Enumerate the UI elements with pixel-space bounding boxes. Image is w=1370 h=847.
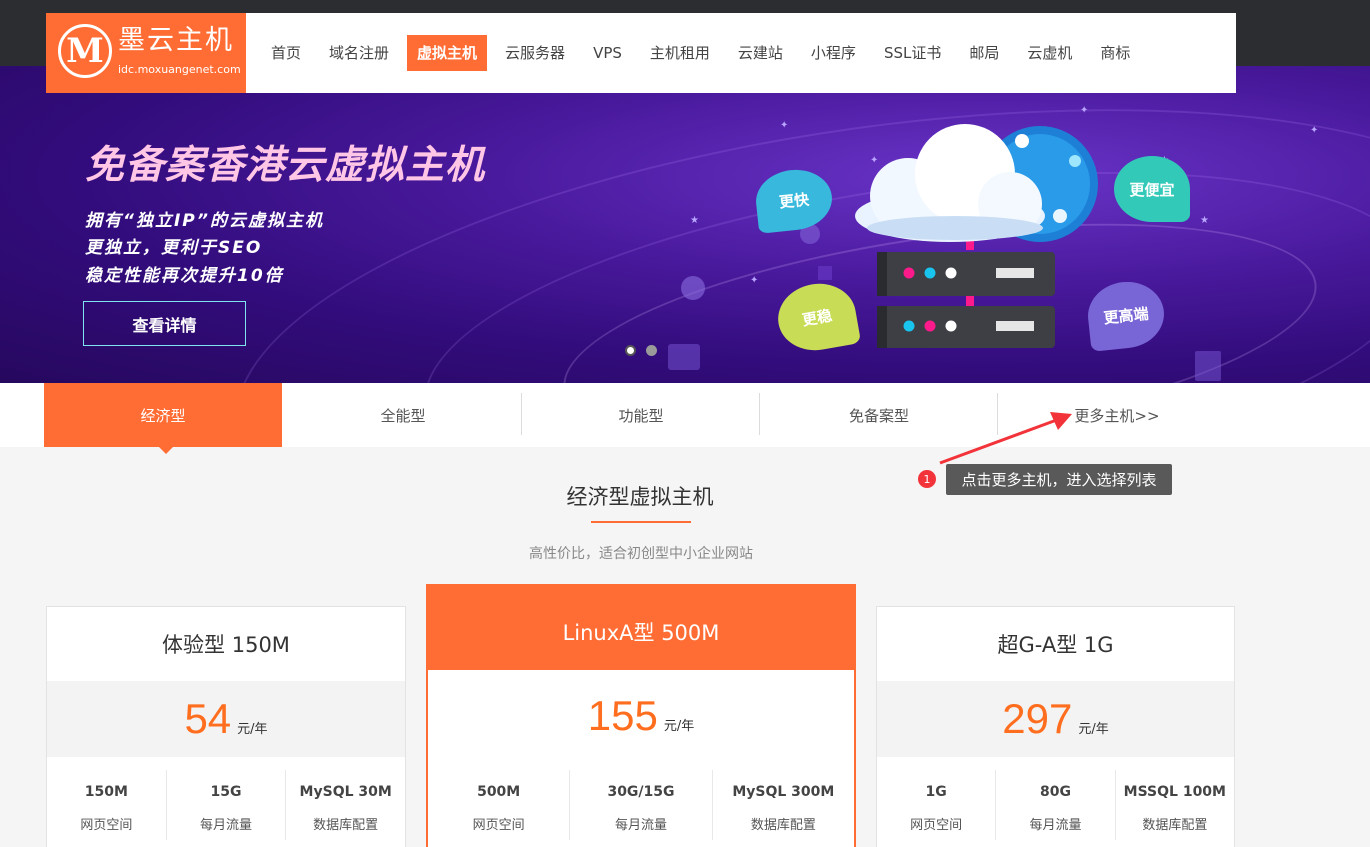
- section-subtitle: 高性价比，适合初创型中小企业网站: [529, 546, 753, 562]
- plan-card[interactable]: 超G-A型 1G 297 元/年 1G 网页空间 80G 每月流量 MSSQL 10…: [876, 606, 1235, 847]
- plan-specs: 150M 网页空间 15G 每月流量 MySQL 30M 数据库配置: [47, 770, 405, 840]
- plan-price: 155 元/年: [428, 678, 854, 754]
- active-tab-caret: [159, 447, 173, 454]
- spec-value: MSSQL 100M: [1123, 784, 1226, 800]
- price-unit: 元/年: [237, 721, 268, 737]
- spec-label: 数据库配置: [750, 818, 816, 833]
- slider-dot-1[interactable]: [625, 345, 636, 356]
- spec-value: 30G/15G: [607, 784, 675, 800]
- section-underline: [591, 521, 691, 523]
- spec-value: MySQL 30M: [299, 784, 392, 800]
- nav-item-vps[interactable]: VPS: [583, 35, 632, 71]
- logo-name: 墨云主机: [118, 25, 234, 56]
- nav-item-domain[interactable]: 域名注册: [319, 35, 399, 71]
- spec-traffic: 30G/15G 每月流量: [570, 770, 713, 840]
- nav-item-cloud-server[interactable]: 云服务器: [495, 35, 575, 71]
- spec-traffic: 15G 每月流量: [167, 770, 287, 840]
- plan-specs: 1G 网页空间 80G 每月流量 MSSQL 100M 数据库配置: [877, 770, 1234, 840]
- spec-label: 网页空间: [80, 818, 133, 833]
- tab-all-round[interactable]: 全能型: [284, 383, 522, 447]
- price-value: 297: [1002, 695, 1073, 742]
- nav-item-mail[interactable]: 邮局: [959, 35, 1009, 71]
- view-details-button[interactable]: 查看详情: [83, 301, 246, 346]
- tab-no-filing[interactable]: 免备案型: [760, 383, 998, 447]
- plan-name: LinuxA型 500M: [562, 621, 720, 645]
- main-navigation: M 墨云主机 idc.moxuangenet.com 首页 域名注册 虚拟主机 …: [46, 13, 1236, 93]
- nav-menu: 首页 域名注册 虚拟主机 云服务器 VPS 主机租用 云建站 小程序 SSL证书…: [246, 13, 1148, 93]
- spec-label: 每月流量: [1029, 818, 1082, 833]
- nav-item-cloud-vm[interactable]: 云虚机: [1017, 35, 1082, 71]
- slider-dot-2[interactable]: [646, 345, 657, 356]
- nav-item-trademark[interactable]: 商标: [1090, 35, 1140, 71]
- plan-name: 体验型 150M: [162, 633, 290, 657]
- tab-economy[interactable]: 经济型: [44, 383, 282, 447]
- plan-name: 超G-A型 1G: [997, 633, 1114, 657]
- site-logo[interactable]: M 墨云主机 idc.moxuangenet.com: [46, 13, 246, 93]
- plan-card[interactable]: 体验型 150M 54 元/年 150M 网页空间 15G 每月流量 MySQL 3…: [46, 606, 406, 847]
- spec-label: 数据库配置: [1142, 818, 1208, 833]
- spec-value: 15G: [210, 784, 242, 800]
- spec-value: 500M: [477, 784, 521, 800]
- price-value: 155: [587, 692, 658, 739]
- plan-price: 297 元/年: [877, 681, 1234, 757]
- spec-label: 网页空间: [472, 818, 525, 833]
- section-title: 经济型虚拟主机: [566, 485, 714, 509]
- nav-item-virtual-host[interactable]: 虚拟主机: [407, 35, 488, 71]
- spec-value: 150M: [84, 784, 128, 800]
- nav-item-host-rental[interactable]: 主机租用: [640, 35, 720, 71]
- banner-line-1: 拥有“独立IP”的云虚拟主机: [85, 211, 324, 231]
- spec-label: 数据库配置: [313, 818, 379, 833]
- nav-item-home[interactable]: 首页: [261, 35, 311, 71]
- spec-value: 1G: [925, 784, 947, 800]
- nav-item-ssl[interactable]: SSL证书: [874, 35, 951, 71]
- banner-line-2: 更独立，更利于SEO: [85, 238, 263, 258]
- logo-mark: M: [58, 24, 112, 78]
- nav-item-site-builder[interactable]: 云建站: [728, 35, 793, 71]
- tab-more-hosts[interactable]: 更多主机>>: [998, 383, 1236, 447]
- nav-item-mini-program[interactable]: 小程序: [801, 35, 866, 71]
- spec-label: 网页空间: [910, 818, 963, 833]
- price-unit: 元/年: [663, 718, 695, 734]
- logo-url: idc.moxuangenet.com: [118, 63, 241, 76]
- price-unit: 元/年: [1078, 721, 1109, 737]
- spec-web-space: 150M 网页空间: [47, 770, 167, 840]
- banner-line-3: 稳定性能再次提升10倍: [85, 266, 284, 286]
- host-type-tabs: 经济型 全能型 功能型 免备案型 更多主机>>: [0, 383, 1370, 447]
- spec-value: MySQL 300M: [732, 784, 835, 800]
- spec-database: MySQL 30M 数据库配置: [286, 770, 405, 840]
- tab-functional[interactable]: 功能型: [522, 383, 760, 447]
- banner-headline: 免备案香港云虚拟主机: [85, 143, 486, 188]
- spec-web-space: 500M 网页空间: [428, 770, 571, 840]
- plan-specs: 500M 网页空间 30G/15G 每月流量 MySQL 300M 数据库配置: [428, 770, 854, 840]
- spec-web-space: 1G 网页空间: [877, 770, 997, 840]
- spec-traffic: 80G 每月流量: [996, 770, 1116, 840]
- spec-label: 每月流量: [614, 818, 667, 833]
- price-value: 54: [184, 695, 232, 742]
- spec-database: MySQL 300M 数据库配置: [713, 770, 854, 840]
- plan-price: 54 元/年: [47, 681, 405, 757]
- bubble-cheaper: 更便宜: [1114, 156, 1190, 222]
- spec-database: MSSQL 100M 数据库配置: [1116, 770, 1234, 840]
- spec-label: 每月流量: [200, 818, 253, 833]
- plan-card-featured[interactable]: LinuxA型 500M 155 元/年 500M 网页空间 30G/15G 每月流…: [426, 584, 856, 847]
- spec-value: 80G: [1040, 784, 1071, 800]
